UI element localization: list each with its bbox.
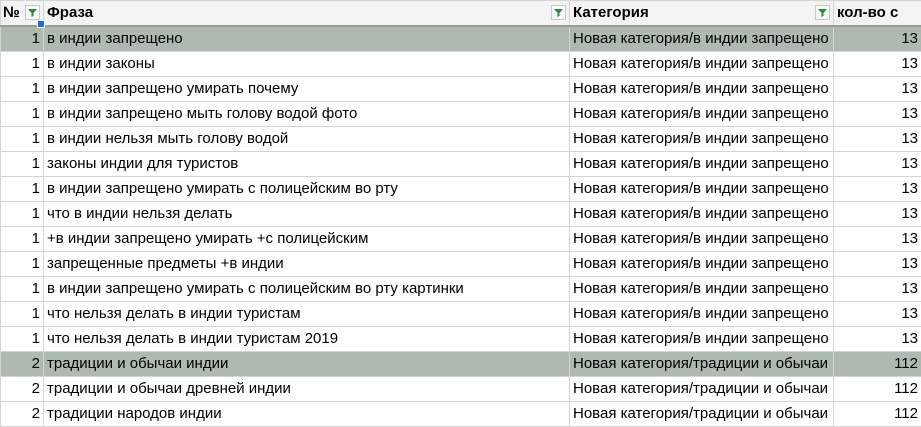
cell-num[interactable]: 1 (1, 302, 44, 327)
table-row[interactable]: 1что в индии нельзя делатьНовая категори… (1, 202, 921, 227)
cell-num[interactable]: 2 (1, 352, 44, 377)
cell-count[interactable]: 13 (834, 277, 921, 302)
table-row[interactable]: 2традиции и обычаи древней индииНовая ка… (1, 377, 921, 402)
cell-category[interactable]: Новая категория/в индии запрещено (570, 152, 834, 177)
table-row[interactable]: 1в индии запрещено умирать с полицейским… (1, 277, 921, 302)
cell-phrase[interactable]: традиции и обычаи индии (44, 352, 570, 377)
column-header-phrase-label: Фраза (47, 4, 93, 21)
cell-phrase[interactable]: в индии нельзя мыть голову водой (44, 127, 570, 152)
cell-category[interactable]: Новая категория/в индии запрещено (570, 227, 834, 252)
cell-phrase[interactable]: +в индии запрещено умирать +с полицейски… (44, 227, 570, 252)
table-row[interactable]: 1в индии запрещено умирать с полицейским… (1, 177, 921, 202)
cell-phrase[interactable]: в индии запрещено умирать с полицейским … (44, 277, 570, 302)
cell-phrase[interactable]: законы индии для туристов (44, 152, 570, 177)
column-header-count-label: кол-во с (837, 4, 898, 21)
cell-phrase[interactable]: в индии запрещено умирать почему (44, 77, 570, 102)
cell-count[interactable]: 13 (834, 52, 921, 77)
table-row[interactable]: 2традиции народов индииНовая категория/т… (1, 402, 921, 427)
table-row[interactable]: 1в индии нельзя мыть голову водойНовая к… (1, 127, 921, 152)
table-row[interactable]: 1законы индии для туристовНовая категори… (1, 152, 921, 177)
cell-count[interactable]: 13 (834, 127, 921, 152)
cell-count[interactable]: 13 (834, 302, 921, 327)
cell-category[interactable]: Новая категория/в индии запрещено (570, 177, 834, 202)
cell-count[interactable]: 13 (834, 327, 921, 352)
cell-num[interactable]: 1 (1, 102, 44, 127)
table-row[interactable]: 1+в индии запрещено умирать +с полицейск… (1, 227, 921, 252)
cell-phrase[interactable]: что нельзя делать в индии туристам 2019 (44, 327, 570, 352)
cell-num[interactable]: 2 (1, 377, 44, 402)
cell-count[interactable]: 112 (834, 352, 921, 377)
cell-count[interactable]: 13 (834, 26, 921, 52)
cell-count[interactable]: 13 (834, 227, 921, 252)
cell-count[interactable]: 13 (834, 252, 921, 277)
table-row[interactable]: 1в индии запрещено умирать почемуНовая к… (1, 77, 921, 102)
cell-count[interactable]: 13 (834, 177, 921, 202)
table-row[interactable]: 1что нельзя делать в индии туристам 2019… (1, 327, 921, 352)
cell-count[interactable]: 13 (834, 102, 921, 127)
cell-num[interactable]: 1 (1, 202, 44, 227)
cell-count[interactable]: 13 (834, 202, 921, 227)
column-header-category[interactable]: Категория (570, 1, 834, 27)
cell-category[interactable]: Новая категория/в индии запрещено (570, 26, 834, 52)
cell-phrase[interactable]: что нельзя делать в индии туристам (44, 302, 570, 327)
cell-num[interactable]: 1 (1, 152, 44, 177)
cell-phrase[interactable]: в индии запрещено умирать с полицейским … (44, 177, 570, 202)
cell-count[interactable]: 112 (834, 377, 921, 402)
cell-num[interactable]: 1 (1, 127, 44, 152)
table-row[interactable]: 2традиции и обычаи индииНовая категория/… (1, 352, 921, 377)
filter-icon[interactable] (25, 5, 40, 20)
cell-category[interactable]: Новая категория/в индии запрещено (570, 302, 834, 327)
cell-count[interactable]: 13 (834, 77, 921, 102)
cell-num[interactable]: 1 (1, 77, 44, 102)
cell-num[interactable]: 1 (1, 26, 44, 52)
cell-category[interactable]: Новая категория/в индии запрещено (570, 102, 834, 127)
spreadsheet: № Фраза Категория (0, 0, 921, 424)
cell-phrase[interactable]: традиции и обычаи древней индии (44, 377, 570, 402)
table-row[interactable]: 1в индии запрещеноНовая категория/в инди… (1, 26, 921, 52)
filter-icon[interactable] (815, 5, 830, 20)
cell-num[interactable]: 1 (1, 327, 44, 352)
cell-num[interactable]: 1 (1, 277, 44, 302)
column-header-num-label: № (3, 4, 20, 21)
table-row[interactable]: 1в индии законыНовая категория/в индии з… (1, 52, 921, 77)
column-header-phrase[interactable]: Фраза (44, 1, 570, 27)
cell-category[interactable]: Новая категория/в индии запрещено (570, 252, 834, 277)
cell-category[interactable]: Новая категория/в индии запрещено (570, 127, 834, 152)
cell-category[interactable]: Новая категория/в индии запрещено (570, 277, 834, 302)
cell-num[interactable]: 1 (1, 252, 44, 277)
column-header-category-label: Категория (573, 4, 649, 21)
cell-phrase[interactable]: что в индии нельзя делать (44, 202, 570, 227)
selection-fill-handle[interactable] (37, 20, 45, 28)
header-row: № Фраза Категория (1, 1, 921, 27)
cell-num[interactable]: 2 (1, 402, 44, 427)
cell-phrase[interactable]: традиции народов индии (44, 402, 570, 427)
column-header-count[interactable]: кол-во с (834, 1, 921, 27)
cell-num[interactable]: 1 (1, 227, 44, 252)
cell-category[interactable]: Новая категория/в индии запрещено (570, 77, 834, 102)
cell-num[interactable]: 1 (1, 52, 44, 77)
cell-count[interactable]: 112 (834, 402, 921, 427)
cell-category[interactable]: Новая категория/в индии запрещено (570, 327, 834, 352)
cell-phrase[interactable]: в индии запрещено (44, 26, 570, 52)
cell-num[interactable]: 1 (1, 177, 44, 202)
cell-category[interactable]: Новая категория/традиции и обычаи индии (570, 402, 834, 427)
cell-phrase[interactable]: в индии законы (44, 52, 570, 77)
cell-count[interactable]: 13 (834, 152, 921, 177)
cell-phrase[interactable]: в индии запрещено мыть голову водой фото (44, 102, 570, 127)
filter-icon[interactable] (551, 5, 566, 20)
data-table: № Фраза Категория (0, 0, 921, 427)
cell-category[interactable]: Новая категория/в индии запрещено (570, 202, 834, 227)
table-row[interactable]: 1в индии запрещено мыть голову водой фот… (1, 102, 921, 127)
cell-category[interactable]: Новая категория/традиции и обычаи индии (570, 352, 834, 377)
cell-category[interactable]: Новая категория/в индии запрещено (570, 52, 834, 77)
cell-category[interactable]: Новая категория/традиции и обычаи индии (570, 377, 834, 402)
table-row[interactable]: 1что нельзя делать в индии туристамНовая… (1, 302, 921, 327)
cell-phrase[interactable]: запрещенные предметы +в индии (44, 252, 570, 277)
table-row[interactable]: 1запрещенные предметы +в индииНовая кате… (1, 252, 921, 277)
